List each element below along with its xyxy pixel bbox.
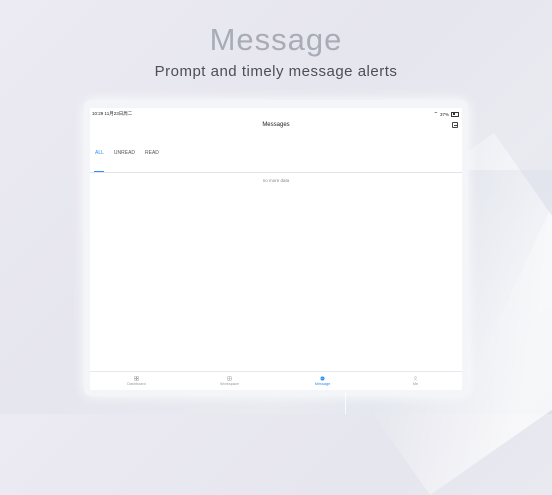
empty-list-message: no more data: [262, 178, 290, 183]
tab-unread[interactable]: UNREAD: [114, 150, 135, 159]
bottom-tab-bar: Dashboard Workspace Message Me: [90, 371, 462, 390]
tabbar-label-workspace: Workspace: [220, 382, 239, 386]
app-screen: 10:29 11月23日周二 ⌔ 37% Messages ALL UNREAD…: [90, 108, 462, 390]
status-bar: 10:29 11月23日周二 ⌔ 37%: [90, 108, 462, 118]
home-indicator: [345, 392, 346, 414]
workspace-icon: [227, 376, 232, 381]
battery-percent: 37%: [439, 111, 449, 117]
person-icon: [413, 376, 418, 381]
tabbar-item-workspace[interactable]: Workspace: [183, 372, 276, 390]
status-indicators: ⌔ 37%: [434, 111, 459, 117]
tabbar-label-message: Message: [314, 382, 331, 386]
hero-subtitle: Prompt and timely message alerts: [154, 63, 398, 80]
status-time: 10:29: [92, 111, 104, 116]
tabbar-label-dashboard: Dashboard: [127, 382, 146, 386]
battery-icon: [451, 111, 459, 117]
tabbar-item-dashboard[interactable]: Dashboard: [90, 372, 183, 390]
tab-all[interactable]: ALL: [95, 150, 104, 159]
tab-read[interactable]: READ: [145, 150, 159, 159]
tabbar-item-message[interactable]: Message: [276, 372, 369, 390]
hero-title: Message: [209, 22, 343, 57]
wifi-icon: ⌔: [433, 111, 438, 116]
message-filter-tabs: ALL UNREAD READ: [95, 150, 159, 159]
tabs-divider: [90, 172, 462, 173]
tabbar-item-me[interactable]: Me: [369, 372, 462, 390]
status-date: 11月23日周二: [104, 111, 133, 116]
tabbar-label-me: Me: [412, 382, 419, 386]
chat-icon: [320, 376, 325, 381]
page-title: Messages: [262, 122, 290, 128]
grid-icon: [134, 376, 139, 381]
status-time-date: 10:29 11月23日周二: [92, 111, 132, 117]
scan-icon[interactable]: [452, 122, 458, 128]
